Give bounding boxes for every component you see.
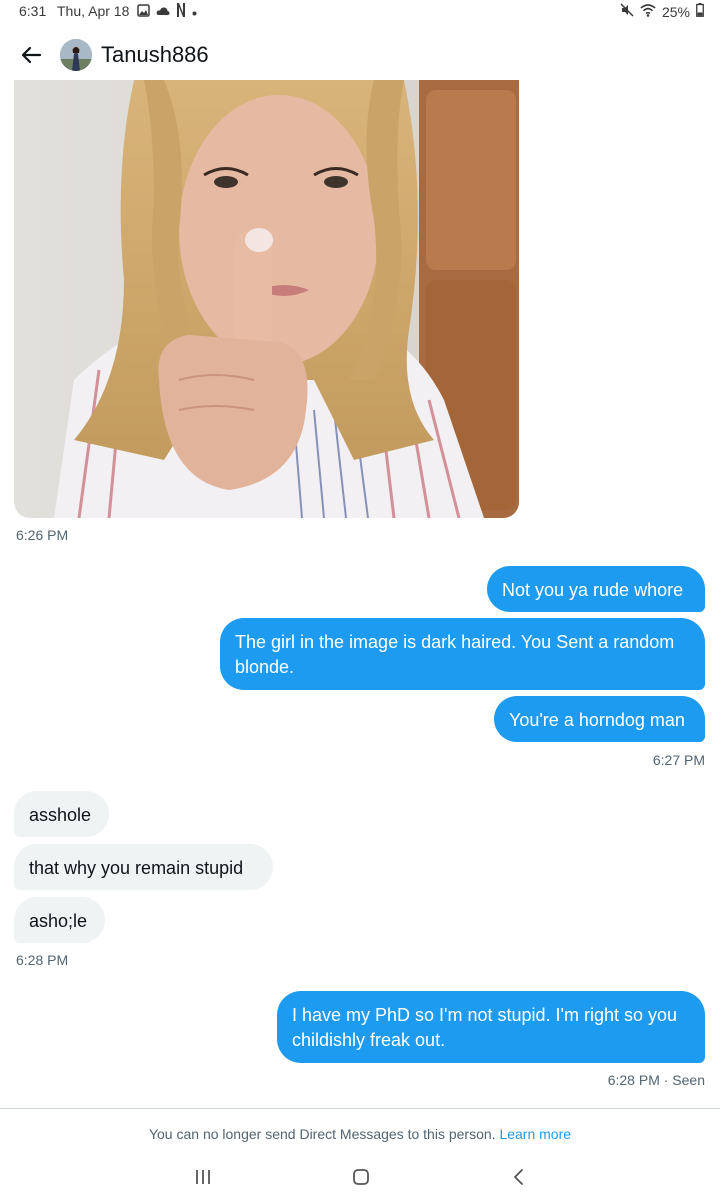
back-button[interactable] <box>16 40 46 70</box>
recents-icon <box>196 1170 210 1184</box>
home-button[interactable] <box>336 1162 386 1192</box>
notification-icons <box>137 3 197 20</box>
cloud-icon <box>156 4 170 19</box>
incoming-timestamp: 6:28 PM <box>16 952 69 968</box>
outgoing-message[interactable]: Not you ya rude whore <box>487 566 705 612</box>
dot-icon <box>192 4 197 19</box>
conversation-title[interactable]: Tanush886 <box>101 42 209 68</box>
shared-image[interactable] <box>14 80 519 518</box>
netflix-icon <box>176 3 186 20</box>
dm-disabled-notice: You can no longer send Direct Messages t… <box>0 1126 720 1142</box>
learn-more-link[interactable]: Learn more <box>499 1126 571 1142</box>
incoming-message[interactable]: that why you remain stupid <box>14 844 273 890</box>
back-nav-button[interactable] <box>494 1162 544 1192</box>
gallery-icon <box>137 3 150 20</box>
wifi-icon <box>640 3 656 20</box>
battery-icon <box>696 3 704 20</box>
status-time: 6:31 <box>19 3 47 19</box>
outgoing-message[interactable]: The girl in the image is dark haired. Yo… <box>220 618 705 690</box>
battery-text: 25% <box>661 3 690 20</box>
seen-timestamp: 6:28 PM · Seen <box>607 1072 705 1088</box>
outgoing-timestamp: 6:27 PM <box>652 752 705 768</box>
outgoing-message[interactable]: I have my PhD so I'm not stupid. I'm rig… <box>277 991 705 1063</box>
mute-icon <box>620 3 634 20</box>
conversation-header: Tanush886 <box>0 28 720 80</box>
incoming-message[interactable]: asho;le <box>14 897 105 943</box>
status-bar: 6:31 Thu, Apr 18 25% <box>0 0 720 24</box>
outgoing-message[interactable]: You're a horndog man <box>494 696 705 742</box>
system-nav-bar <box>0 1150 720 1200</box>
arrow-left-icon <box>21 46 42 64</box>
system-icons: 25% <box>620 3 704 20</box>
image-timestamp: 6:26 PM <box>16 527 69 543</box>
incoming-message[interactable]: asshole <box>14 791 109 837</box>
avatar[interactable] <box>60 39 92 71</box>
notice-text: You can no longer send Direct Messages t… <box>148 1126 496 1142</box>
home-icon <box>353 1169 369 1185</box>
recents-button[interactable] <box>178 1162 228 1192</box>
divider <box>0 1108 720 1109</box>
status-date: Thu, Apr 18 <box>57 3 130 19</box>
back-icon <box>514 1169 523 1185</box>
